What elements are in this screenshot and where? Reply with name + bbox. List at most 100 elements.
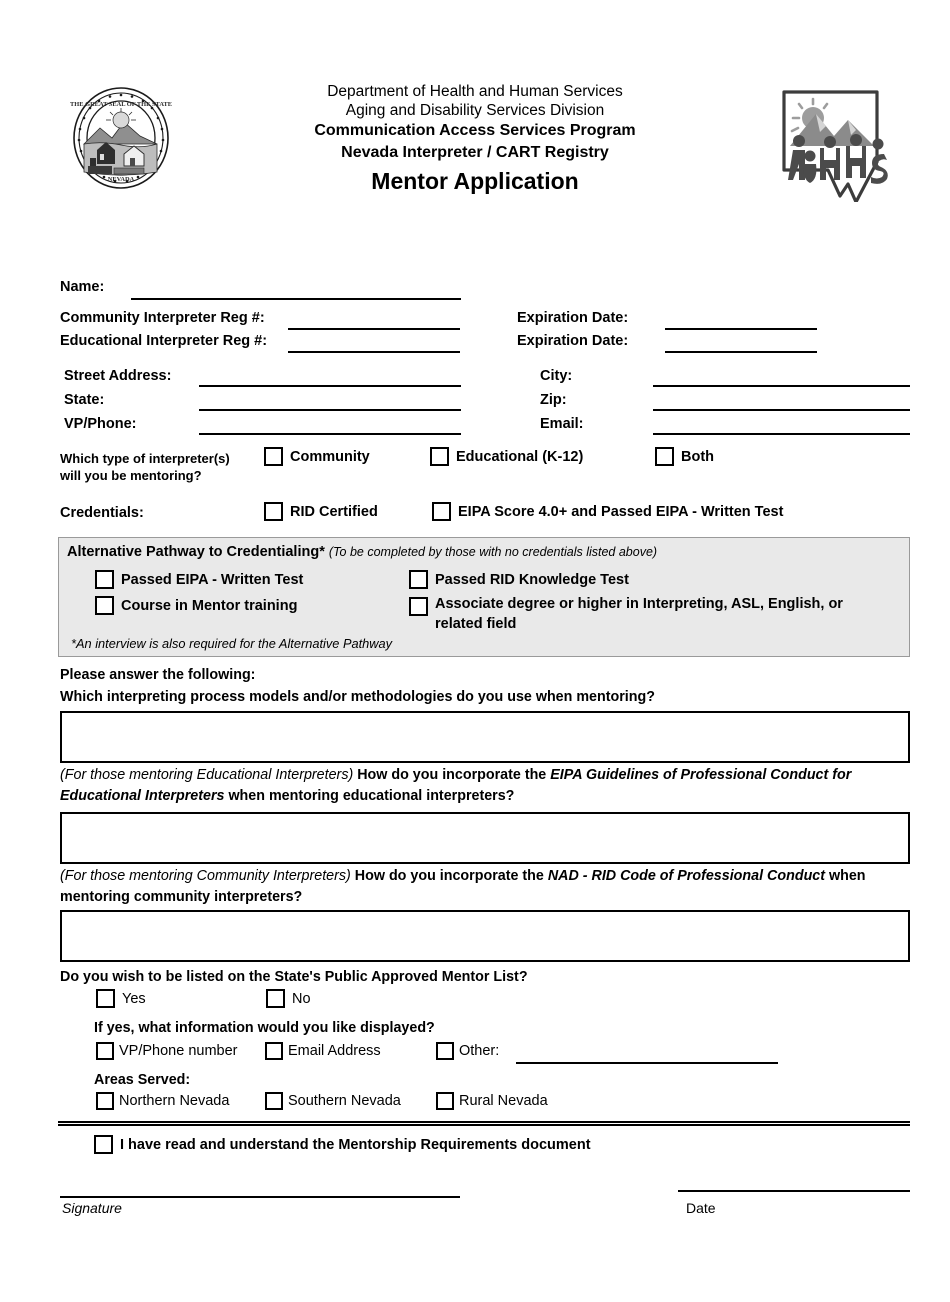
community-reg-label: Community Interpreter Reg #: <box>60 310 265 326</box>
svg-text:NEVADA: NEVADA <box>108 176 135 183</box>
question-3-emphasis: NAD - RID Code of Professional Conduct <box>547 868 826 884</box>
interpreter-type-question-line1: Which type of interpreter(s) <box>60 451 230 466</box>
email-input[interactable] <box>653 433 910 435</box>
questions-intro: Please answer the following: <box>60 667 256 683</box>
state-input[interactable] <box>199 409 461 411</box>
checkbox-rural-nevada[interactable] <box>436 1092 454 1110</box>
header-line-4: Nevada Interpreter / CART Registry <box>341 144 609 161</box>
attestation-row[interactable]: I have read and understand the Mentorshi… <box>94 1135 591 1154</box>
email-label: Email: <box>540 416 584 432</box>
page-title: Mentor Application <box>371 168 579 194</box>
educational-reg-input[interactable] <box>288 351 460 353</box>
alt-pathway-option-passed-rid-knowledge[interactable]: Passed RID Knowledge Test <box>409 570 629 589</box>
header-line-3: Communication Access Services Program <box>314 122 636 139</box>
display-option-email-address[interactable]: Email Address <box>265 1042 381 1060</box>
interpreter-type-option-educational[interactable]: Educational (K-12) <box>430 447 583 466</box>
checkbox-public-list-no[interactable] <box>266 989 285 1008</box>
alternative-pathway-panel: Alternative Pathway to Credentialing* (T… <box>58 537 910 657</box>
question-1-text: Which interpreting process models and/or… <box>60 689 655 705</box>
checkbox-southern-nevada[interactable] <box>265 1092 283 1110</box>
street-address-input[interactable] <box>199 385 461 387</box>
checkbox-display-other[interactable] <box>436 1042 454 1060</box>
question-3-answer-input[interactable] <box>60 910 910 962</box>
public-list-option-no[interactable]: No <box>266 989 311 1008</box>
checkbox-eipa-score[interactable] <box>432 502 451 521</box>
interpreter-type-option-community[interactable]: Community <box>264 447 370 466</box>
header-text-block: Department of Health and Human Services … <box>215 82 735 196</box>
svg-text:THE GREAT SEAL OF THE STATE: THE GREAT SEAL OF THE STATE <box>70 101 172 108</box>
form-header: THE GREAT SEAL OF THE STATE NEVADA Depar… <box>0 72 950 204</box>
area-option-southern-nevada[interactable]: Southern Nevada <box>265 1092 401 1110</box>
question-2-text: (For those mentoring Educational Interpr… <box>60 765 915 807</box>
areas-served-label: Areas Served: <box>94 1072 191 1088</box>
credentials-label: Credentials: <box>60 505 144 521</box>
interpreter-type-option-both[interactable]: Both <box>655 447 714 466</box>
area-option-northern-nevada[interactable]: Northern Nevada <box>96 1092 229 1110</box>
city-input[interactable] <box>653 385 910 387</box>
signature-label: Signature <box>62 1200 122 1216</box>
checkbox-northern-nevada[interactable] <box>96 1092 114 1110</box>
checkbox-community[interactable] <box>264 447 283 466</box>
interpreter-type-question: Which type of interpreter(s) will you be… <box>60 450 230 484</box>
question-2-part1: How do you incorporate the <box>357 767 551 783</box>
alt-pathway-option-associate-degree[interactable]: Associate degree or higher in Interpreti… <box>409 596 843 632</box>
header-line-2: Aging and Disability Services Division <box>345 102 605 119</box>
vp-phone-input[interactable] <box>199 433 461 435</box>
zip-input[interactable] <box>653 409 910 411</box>
checkbox-both[interactable] <box>655 447 674 466</box>
checkbox-course-in-mentor-training[interactable] <box>95 596 114 615</box>
alt-pathway-option-passed-eipa-written[interactable]: Passed EIPA - Written Test <box>95 570 303 589</box>
name-input[interactable] <box>131 298 461 300</box>
display-option-other[interactable]: Other: <box>436 1042 499 1060</box>
community-expiration-input[interactable] <box>665 328 817 330</box>
question-2-part2: when mentoring educational interpreters? <box>224 788 515 804</box>
question-2-answer-input[interactable] <box>60 812 910 864</box>
checkbox-display-vp-phone[interactable] <box>96 1042 114 1060</box>
street-address-label: Street Address: <box>64 368 172 384</box>
checkbox-display-email-address[interactable] <box>265 1042 283 1060</box>
checkbox-passed-rid-knowledge-test[interactable] <box>409 570 428 589</box>
interpreter-type-question-line2: will you be mentoring? <box>60 468 202 483</box>
name-label: Name: <box>60 279 105 295</box>
alternative-pathway-title-text: Alternative Pathway to Credentialing* <box>67 544 325 560</box>
checkbox-public-list-yes[interactable] <box>96 989 115 1008</box>
alternative-pathway-title: Alternative Pathway to Credentialing* (T… <box>67 544 657 560</box>
checkbox-rid-certified[interactable] <box>264 502 283 521</box>
alternative-pathway-footnote: *An interview is also required for the A… <box>71 636 393 651</box>
signature-input[interactable] <box>60 1196 460 1198</box>
zip-label: Zip: <box>540 392 567 408</box>
question-3-text: (For those mentoring Community Interpret… <box>60 866 915 908</box>
question-1-answer-input[interactable] <box>60 711 910 763</box>
question-3-part1: How do you incorporate the <box>354 868 548 884</box>
display-option-vp-phone[interactable]: VP/Phone number <box>96 1042 238 1060</box>
nevada-state-seal-icon: THE GREAT SEAL OF THE STATE NEVADA <box>62 84 180 192</box>
date-input[interactable] <box>678 1190 910 1192</box>
public-list-option-yes[interactable]: Yes <box>96 989 146 1008</box>
dhhs-logo-icon <box>768 84 893 204</box>
checkbox-educational[interactable] <box>430 447 449 466</box>
community-expiration-label: Expiration Date: <box>517 310 629 326</box>
alt-pathway-option-mentor-training[interactable]: Course in Mentor training <box>95 596 297 615</box>
checkbox-associate-degree[interactable] <box>409 597 428 616</box>
checkbox-attestation[interactable] <box>94 1135 113 1154</box>
educational-expiration-input[interactable] <box>665 351 817 353</box>
mentor-application-form: THE GREAT SEAL OF THE STATE NEVADA Depar… <box>0 72 950 1302</box>
question-2-prefix: (For those mentoring Educational Interpr… <box>60 767 354 783</box>
public-list-subquestion: If yes, what information would you like … <box>94 1020 435 1036</box>
public-list-question: Do you wish to be listed on the State's … <box>60 969 528 985</box>
city-label: City: <box>540 368 573 384</box>
area-option-rural-nevada[interactable]: Rural Nevada <box>436 1092 548 1110</box>
vp-phone-label: VP/Phone: <box>64 416 137 432</box>
checkbox-passed-eipa-written-test[interactable] <box>95 570 114 589</box>
header-line-1: Department of Health and Human Services <box>327 83 623 100</box>
educational-reg-label: Educational Interpreter Reg #: <box>60 333 268 349</box>
state-label: State: <box>64 392 105 408</box>
question-3-prefix: (For those mentoring Community Interpret… <box>60 868 351 884</box>
section-divider <box>58 1121 910 1126</box>
alternative-pathway-title-note: (To be completed by those with no creden… <box>328 545 658 559</box>
credentials-option-eipa-score[interactable]: EIPA Score 4.0+ and Passed EIPA - Writte… <box>432 502 783 521</box>
community-reg-input[interactable] <box>288 328 460 330</box>
credentials-option-rid-certified[interactable]: RID Certified <box>264 502 378 521</box>
display-other-input[interactable] <box>516 1062 778 1064</box>
date-label: Date <box>686 1200 716 1216</box>
